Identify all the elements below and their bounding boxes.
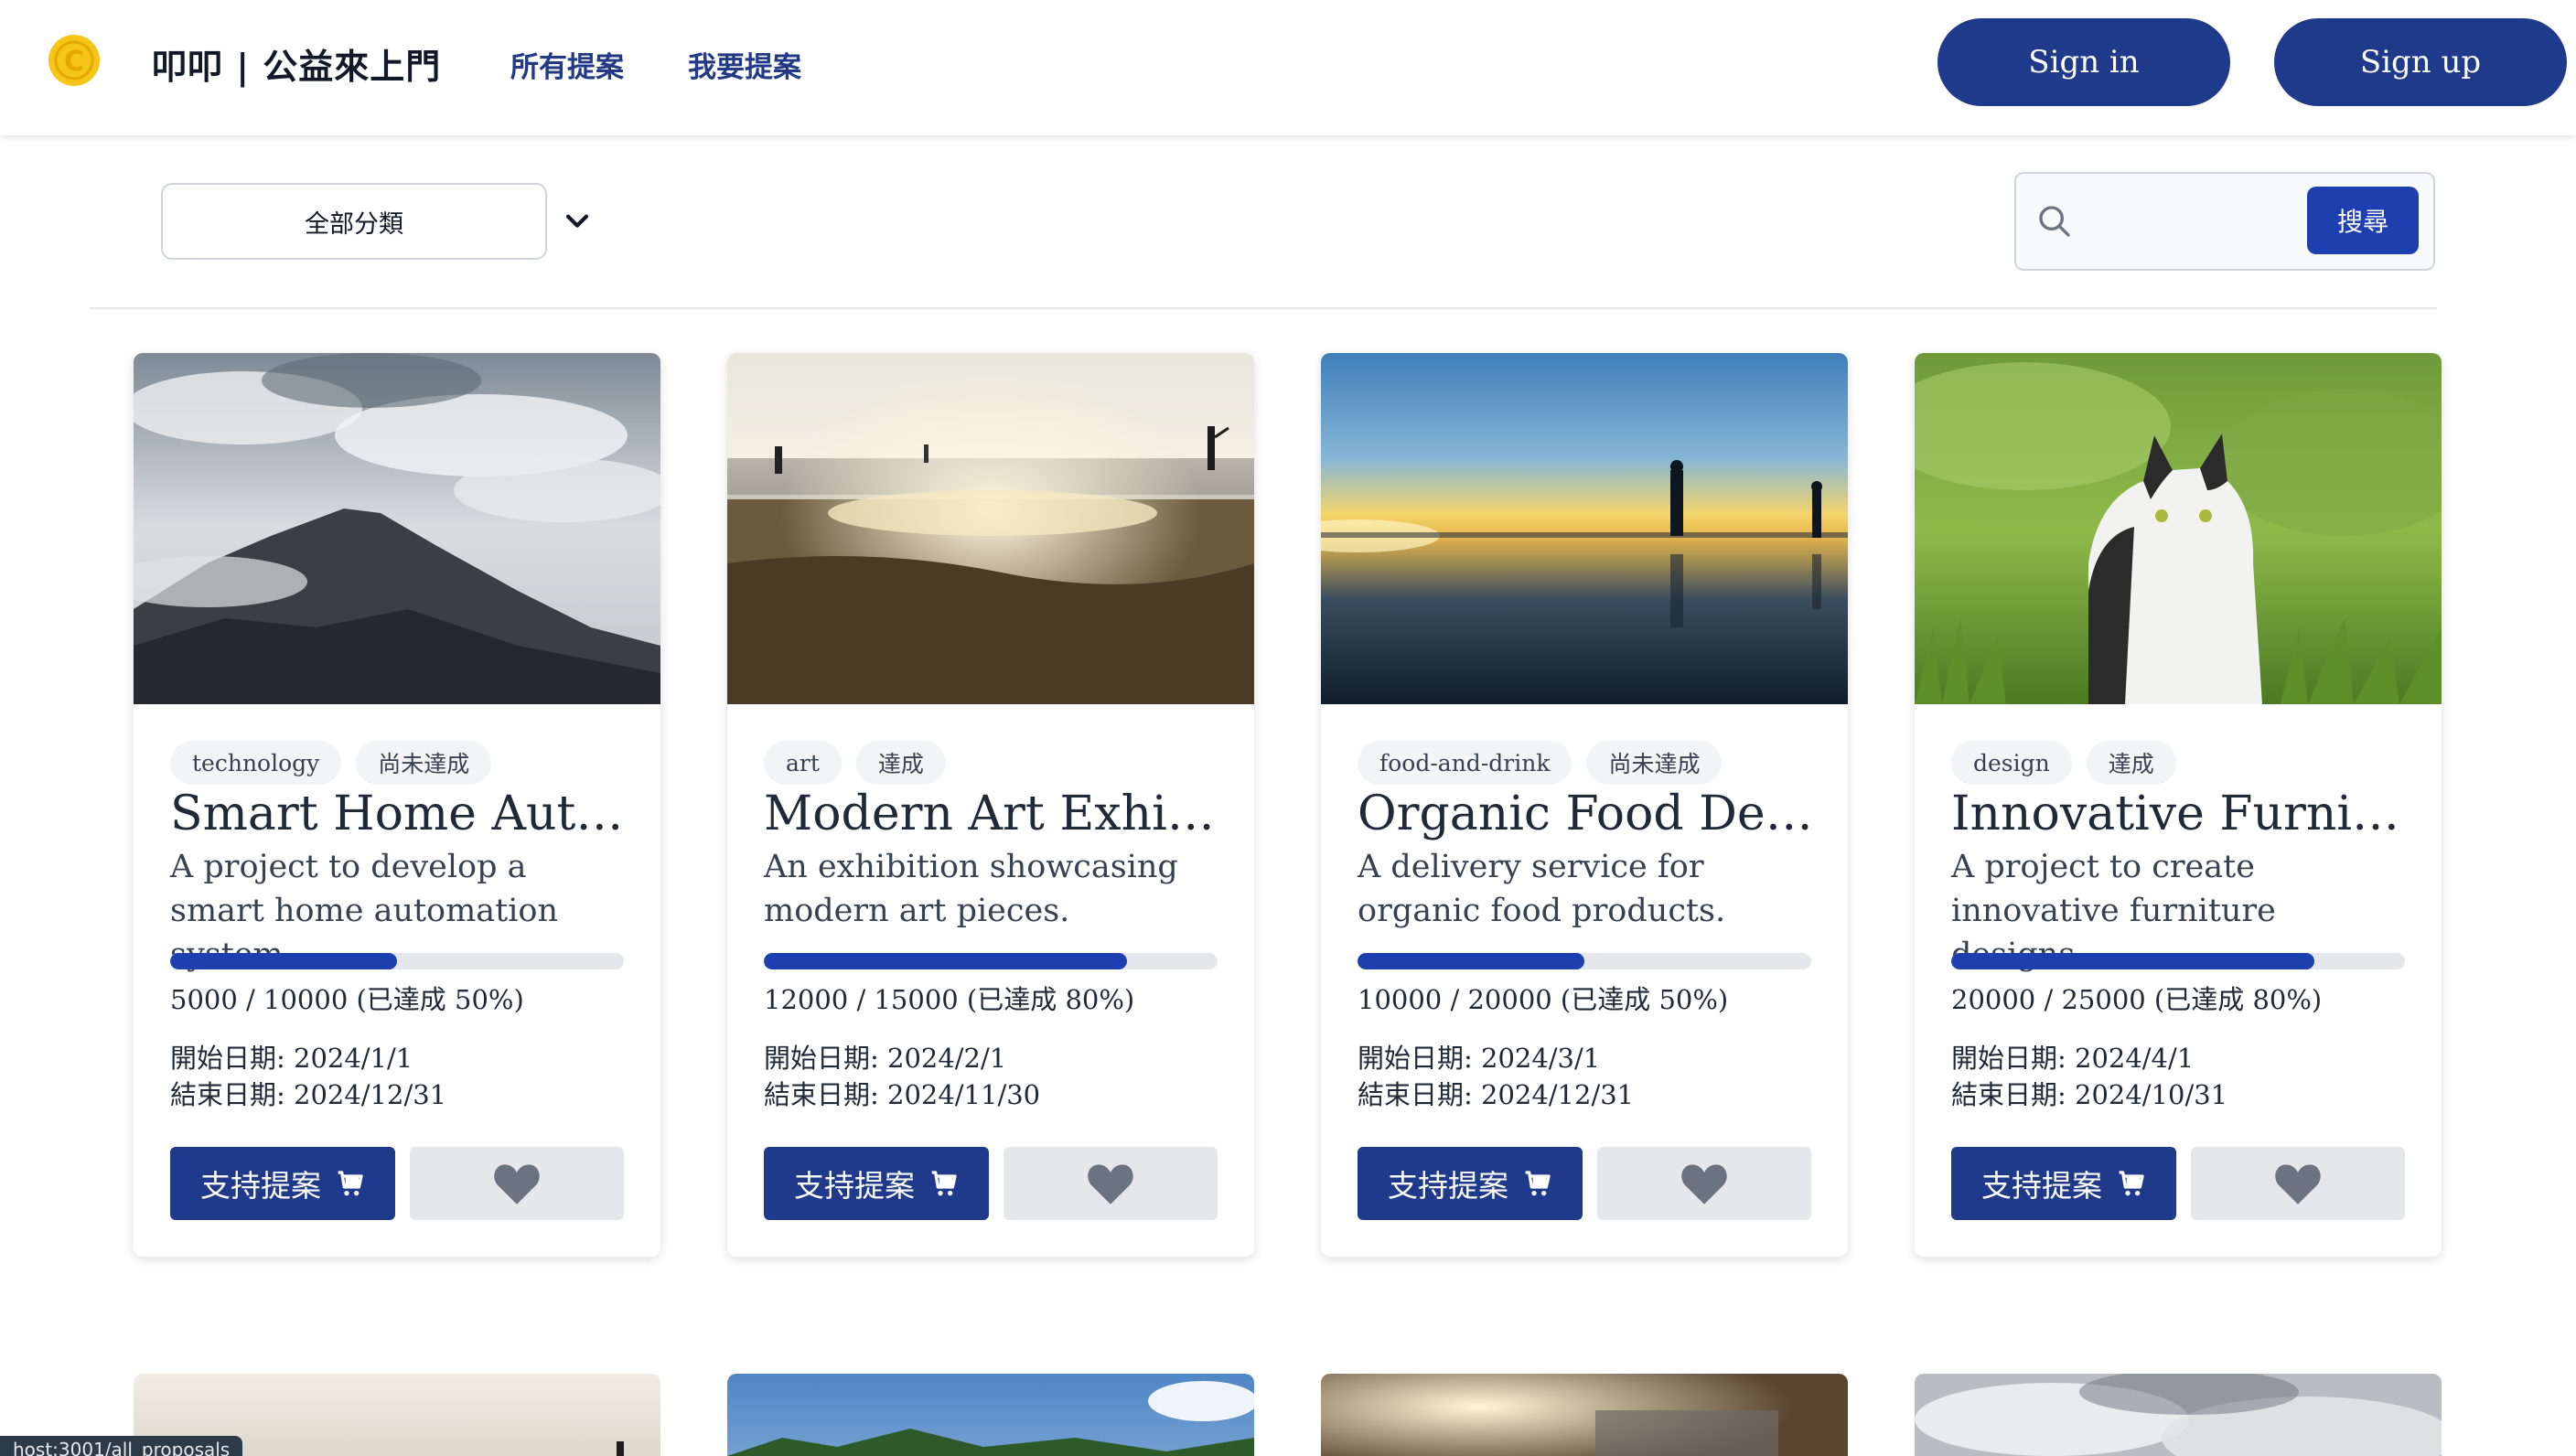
category-tag[interactable]: art (764, 741, 842, 785)
progress-text: 12000 / 15000 (已達成 80%) (764, 984, 1135, 1015)
progress-text: 10000 / 20000 (已達成 50%) (1358, 984, 1729, 1015)
support-button[interactable]: 支持提案 (764, 1147, 989, 1220)
tag-list: design 達成 (1951, 741, 2176, 785)
heart-icon (2275, 1164, 2321, 1204)
end-date: 結束日期: 2024/12/31 (170, 1079, 447, 1110)
category-select[interactable]: 全部分類 (161, 183, 547, 260)
divider (90, 307, 2437, 309)
end-date: 結束日期: 2024/11/30 (764, 1079, 1041, 1110)
support-button-label: 支持提案 (1981, 1168, 2102, 1204)
start-date: 開始日期: 2024/3/1 (1358, 1043, 1601, 1074)
progress-text: 5000 / 10000 (已達成 50%) (170, 984, 524, 1015)
cart-icon (2119, 1171, 2144, 1196)
support-button[interactable]: 支持提案 (170, 1147, 395, 1220)
progress-bar (764, 953, 1218, 969)
proposal-card[interactable]: art 達成 Modern Art Exhibition An exhibiti… (727, 353, 1254, 1257)
progress-text: 20000 / 25000 (已達成 80%) (1951, 984, 2323, 1015)
status-badge: 達成 (2086, 741, 2176, 785)
proposal-title[interactable]: Innovative Furniture (1951, 787, 2409, 841)
proposal-image[interactable] (727, 1374, 1254, 1456)
nav-all-proposals[interactable]: 所有提案 (510, 44, 624, 85)
category-tag[interactable]: design (1951, 741, 2072, 785)
support-button-label: 支持提案 (200, 1168, 321, 1204)
proposal-image[interactable] (1321, 1374, 1848, 1456)
support-button-label: 支持提案 (1388, 1168, 1508, 1204)
support-button[interactable]: 支持提案 (1951, 1147, 2176, 1220)
cart-icon (1525, 1171, 1551, 1196)
support-button-label: 支持提案 (794, 1168, 915, 1204)
category-select-value: 全部分類 (305, 209, 403, 239)
proposal-image[interactable] (727, 353, 1254, 704)
tag-list: technology 尚未達成 (170, 741, 492, 785)
end-date: 結束日期: 2024/12/31 (1358, 1079, 1635, 1110)
cart-icon (931, 1171, 957, 1196)
heart-icon (494, 1164, 540, 1204)
tag-list: food-and-drink 尚未達成 (1358, 741, 1723, 785)
proposal-card[interactable]: design 達成 Innovative Furniture A project… (1915, 353, 2442, 1257)
end-date: 結束日期: 2024/10/31 (1951, 1079, 2228, 1110)
proposal-description: An exhibition showcasing modern art piec… (764, 849, 1178, 929)
progress-fill (170, 953, 397, 969)
proposal-image[interactable] (1321, 353, 1848, 704)
svg-text:C: C (64, 46, 84, 78)
progress-bar (1951, 953, 2405, 969)
proposal-description: A delivery service for organic food prod… (1358, 849, 1726, 929)
sign-up-button[interactable]: Sign up (2274, 18, 2567, 106)
logo-icon[interactable]: C (46, 32, 102, 89)
proposal-title[interactable]: Organic Food Delivery (1358, 787, 1815, 841)
progress-fill (764, 953, 1127, 969)
tag-list: art 達成 (764, 741, 946, 785)
sign-in-button[interactable]: Sign in (1937, 18, 2230, 106)
favorite-button[interactable] (1597, 1147, 1811, 1220)
favorite-button[interactable] (1004, 1147, 1218, 1220)
favorite-button[interactable] (2191, 1147, 2405, 1220)
proposal-title[interactable]: Modern Art Exhibition (764, 787, 1221, 841)
status-url-tooltip: host:3001/all_proposals (0, 1436, 243, 1456)
proposal-card[interactable]: technology 尚未達成 Smart Home Automation A … (134, 353, 660, 1257)
category-tag[interactable]: food-and-drink (1358, 741, 1572, 785)
heart-icon (1681, 1164, 1727, 1204)
progress-bar (170, 953, 624, 969)
proposal-image[interactable] (1915, 353, 2442, 704)
heart-icon (1088, 1164, 1133, 1204)
status-badge: 達成 (855, 741, 946, 785)
start-date: 開始日期: 2024/4/1 (1951, 1043, 2195, 1074)
proposal-card[interactable]: food-and-drink 尚未達成 Organic Food Deliver… (1321, 353, 1848, 1257)
category-tag[interactable]: technology (170, 741, 342, 785)
support-button[interactable]: 支持提案 (1358, 1147, 1583, 1220)
proposal-title[interactable]: Smart Home Automation (170, 787, 628, 841)
cart-icon (338, 1171, 363, 1196)
nav-submit-proposal[interactable]: 我要提案 (688, 44, 801, 85)
progress-fill (1358, 953, 1584, 969)
proposal-image[interactable] (1915, 1374, 2442, 1456)
top-navbar: C 叩叩 | 公益來上門 所有提案 我要提案 Sign in Sign up (0, 0, 2576, 135)
status-badge: 尚未達成 (1586, 741, 1723, 785)
favorite-button[interactable] (410, 1147, 624, 1220)
chevron-down-icon[interactable] (562, 205, 593, 236)
status-badge: 尚未達成 (356, 741, 492, 785)
brand-title[interactable]: 叩叩 | 公益來上門 (152, 38, 441, 89)
search-icon (2039, 206, 2070, 237)
progress-fill (1951, 953, 2314, 969)
search-input[interactable] (2084, 194, 2303, 251)
proposal-image[interactable] (134, 353, 660, 704)
start-date: 開始日期: 2024/2/1 (764, 1043, 1007, 1074)
start-date: 開始日期: 2024/1/1 (170, 1043, 413, 1074)
search-button[interactable]: 搜尋 (2307, 187, 2419, 254)
search-bar: 搜尋 (2014, 172, 2435, 271)
progress-bar (1358, 953, 1811, 969)
